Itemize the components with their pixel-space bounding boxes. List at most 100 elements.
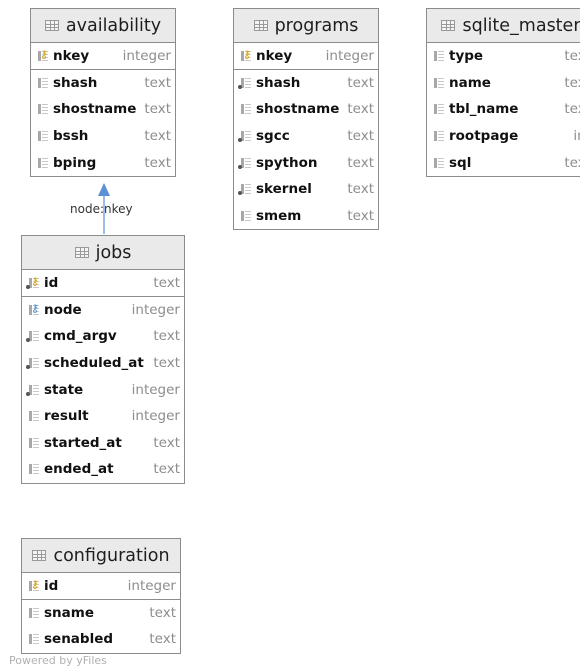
footer-credit: Powered by yFiles [9, 654, 107, 667]
column-type: text [347, 128, 374, 145]
column-row[interactable]: shostname text [31, 96, 175, 123]
column-row[interactable]: result integer [22, 403, 184, 430]
column-icon [35, 103, 49, 115]
column-name: sgcc [256, 128, 290, 145]
column-row[interactable]: ⚷ nkey integer [31, 43, 175, 70]
table-icon [44, 20, 59, 31]
column-row[interactable]: ⚷ id text [22, 270, 184, 297]
column-row[interactable]: shash text [31, 70, 175, 97]
column-name: nkey [256, 47, 293, 64]
column-type: text [144, 154, 171, 171]
column-name: state [44, 381, 84, 398]
table-header[interactable]: jobs [22, 236, 184, 270]
table-title: availability [65, 15, 162, 36]
column-row[interactable]: type text [427, 43, 580, 70]
column-row[interactable]: ended_at text [22, 456, 184, 483]
column-name: shash [256, 74, 301, 91]
column-icon [26, 330, 40, 343]
column-row[interactable]: cmd_argv text [22, 323, 184, 350]
table-header[interactable]: sqlite_master [427, 9, 580, 43]
column-row[interactable]: sql text [427, 149, 580, 176]
column-name: skernel [256, 181, 312, 198]
column-type: text [149, 604, 176, 621]
column-row[interactable]: ⚷ nkey integer [234, 43, 378, 70]
column-type: text [347, 207, 374, 224]
column-type: integer [131, 381, 180, 398]
column-icon [238, 77, 252, 89]
column-row[interactable]: rootpage int [427, 123, 580, 150]
column-icon [431, 50, 445, 62]
column-icon [238, 130, 252, 143]
table-header[interactable]: configuration [22, 539, 180, 573]
foreign-key-icon: ⚷ [29, 301, 40, 315]
column-name: bping [53, 154, 97, 171]
column-row[interactable]: shash text [234, 70, 378, 97]
column-icon [26, 357, 40, 370]
column-row[interactable]: ⚷ id integer [22, 573, 180, 600]
column-name: bssh [53, 128, 89, 145]
column-row[interactable]: skernel text [234, 176, 378, 203]
column-name: senabled [44, 631, 114, 648]
table-availability[interactable]: availability ⚷ nkey integer shash text shostna… [30, 8, 176, 177]
table-title: configuration [53, 545, 170, 566]
column-type: text [149, 631, 176, 648]
column-icon [26, 463, 40, 475]
column-row[interactable]: scheduled_at text [22, 350, 184, 377]
column-name: shash [53, 74, 98, 91]
column-row[interactable]: bssh text [31, 123, 175, 150]
column-name: node [44, 301, 82, 318]
column-type: text [347, 74, 374, 91]
column-row[interactable]: sname text [22, 600, 180, 627]
table-header[interactable]: availability [31, 9, 175, 43]
table-sqlite-master[interactable]: sqlite_mastertypetext name text tbl_nametex… [426, 8, 580, 177]
table-jobs[interactable]: jobs ⚷ id text ⚷ node integer cmd_argv text sched… [21, 235, 185, 484]
column-icon [238, 103, 252, 115]
table-header[interactable]: programs [234, 9, 378, 43]
column-icon [238, 210, 252, 222]
column-name: scheduled_at [44, 355, 144, 372]
column-type: text [347, 154, 374, 171]
primary-key-icon: ⚷ [26, 275, 40, 289]
column-name: id [44, 577, 59, 594]
column-row[interactable]: name text [427, 70, 580, 97]
column-type: text [153, 328, 180, 345]
column-type: text [564, 74, 580, 91]
table-programs[interactable]: programs ⚷ nkey integer shash text shostname te… [233, 8, 379, 231]
column-row[interactable]: bping text [31, 149, 175, 176]
column-row[interactable]: tbl_name text [427, 96, 580, 123]
column-row[interactable]: spython text [234, 149, 378, 176]
column-type: integer [122, 47, 171, 64]
primary-key-icon: ⚷ [241, 47, 252, 61]
column-row[interactable]: sgcc text [234, 123, 378, 150]
column-type: integer [131, 301, 180, 318]
column-type: int [573, 128, 580, 145]
column-name: rootpage [449, 128, 519, 145]
column-icon [431, 77, 445, 89]
column-type: integer [131, 408, 180, 425]
column-name: id [44, 274, 59, 291]
column-name: shostname [53, 101, 137, 118]
column-icon [26, 607, 40, 619]
column-type: integer [325, 47, 374, 64]
relation-label: node:nkey [70, 202, 133, 216]
column-name: name [449, 74, 491, 91]
column-icon [431, 103, 445, 115]
column-name: cmd_argv [44, 328, 117, 345]
column-row[interactable]: state integer [22, 376, 184, 403]
table-icon [441, 20, 456, 31]
column-row[interactable]: smem text [234, 203, 378, 230]
column-type: text [144, 101, 171, 118]
column-row[interactable]: shostname text [234, 96, 378, 123]
column-name: spython [256, 154, 318, 171]
column-type: text [564, 48, 580, 65]
column-row[interactable]: started_at text [22, 430, 184, 457]
table-title: programs [274, 15, 359, 36]
table-configuration[interactable]: configuration ⚷ id integer sname text senabled… [21, 538, 181, 654]
table-title: jobs [95, 242, 132, 263]
column-row[interactable]: ⚷ node integer [22, 297, 184, 324]
column-name: ended_at [44, 461, 114, 478]
column-icon [238, 157, 252, 169]
column-type: text [153, 461, 180, 478]
column-row[interactable]: senabled text [22, 626, 180, 653]
table-icon [253, 20, 268, 31]
